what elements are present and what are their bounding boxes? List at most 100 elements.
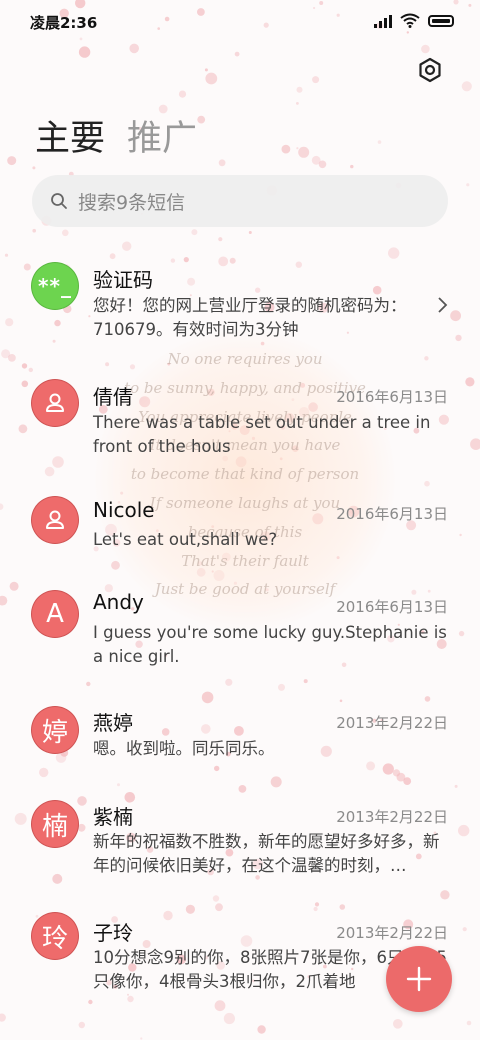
settings-gear-icon[interactable] <box>416 56 444 84</box>
speckle-dot <box>265 588 269 592</box>
speckle-dot <box>278 683 285 691</box>
tab-primary[interactable]: 主要 <box>35 110 105 161</box>
compose-button[interactable] <box>386 946 452 1012</box>
speckle-dot <box>111 560 120 570</box>
conversation-date: 2016年6月13日 <box>336 388 448 406</box>
speckle-dot <box>52 873 63 884</box>
contact-avatar: 玲 <box>31 912 79 960</box>
quote-glow <box>95 330 395 630</box>
speckle-dot <box>303 679 308 684</box>
speckle-dot <box>117 783 120 787</box>
speckle-dot <box>205 72 218 85</box>
speckle-dot <box>161 728 170 736</box>
speckle-dot <box>129 43 139 54</box>
speckle-dot <box>187 277 196 286</box>
speckle-dot <box>291 398 295 401</box>
conversation-name: 子玲 <box>93 921 133 945</box>
speckle-dot <box>218 159 226 167</box>
speckle-dot <box>388 247 400 259</box>
speckle-dot <box>5 318 14 327</box>
search-bar[interactable]: 搜索9条短信 <box>32 175 448 227</box>
speckle-dot <box>461 81 472 92</box>
speckle-dot <box>0 595 8 606</box>
speckle-dot <box>214 765 220 772</box>
conversation-date: 2013年2月22日 <box>336 924 448 942</box>
conversation-name: 紫楠 <box>93 805 133 829</box>
speckle-dot <box>197 561 203 566</box>
tab-promotions[interactable]: 推广 <box>127 110 197 161</box>
speckle-dot <box>109 253 116 260</box>
speckle-dot <box>393 1019 403 1029</box>
quote-line: No one requires you <box>167 350 323 368</box>
contact-avatar: 楠 <box>31 800 79 848</box>
wifi-icon <box>400 13 420 28</box>
speckle-dot <box>214 1000 226 1012</box>
speckle-dot <box>1 349 11 359</box>
speckle-dot <box>197 115 206 124</box>
speckle-dot <box>300 382 306 388</box>
speckle-dot <box>411 589 417 595</box>
speckle-dot <box>88 999 93 1005</box>
speckle-dot <box>201 691 214 704</box>
speckle-dot <box>255 287 261 293</box>
search-icon <box>51 193 67 209</box>
speckle-dot <box>163 910 173 921</box>
speckle-dot <box>312 76 320 84</box>
speckle-dot <box>28 367 33 373</box>
conversation-name: Nicole <box>93 498 155 522</box>
contact-avatar <box>31 379 79 427</box>
speckle-dot <box>129 364 136 370</box>
speckle-dot <box>225 678 233 686</box>
speckle-dot <box>88 315 91 318</box>
speckle-dot <box>32 228 36 233</box>
speckle-dot <box>213 570 225 581</box>
speckle-dot <box>318 160 327 169</box>
speckle-dot <box>201 724 211 734</box>
speckle-dot <box>424 696 431 702</box>
conversation-preview: Let's eat out,shall we? <box>93 530 278 549</box>
speckle-dot <box>0 1013 6 1022</box>
speckle-dot <box>191 229 198 236</box>
speckle-dot <box>339 904 346 910</box>
speckle-dot <box>260 341 265 346</box>
speckle-dot <box>470 438 480 450</box>
speckle-dot <box>403 777 412 785</box>
speckle-dot <box>298 146 310 158</box>
speckle-dot <box>170 258 176 263</box>
speckle-dot <box>396 772 406 782</box>
speckle-dot <box>7 354 16 362</box>
speckle-dot <box>248 231 252 234</box>
speckle-dot <box>392 769 401 777</box>
speckle-dot <box>440 890 450 900</box>
contact-avatar: 婷 <box>31 706 79 754</box>
speckle-dot <box>458 824 470 837</box>
speckle-dot <box>44 466 55 477</box>
speckle-dot <box>465 377 475 387</box>
speckle-dot <box>421 44 430 54</box>
speckle-dot <box>23 263 31 271</box>
conversation-preview: 嗯。收到啦。同乐同乐。 <box>93 739 275 758</box>
speckle-dot <box>218 237 223 242</box>
speckle-dot <box>21 380 29 388</box>
speckle-dot <box>127 995 134 1003</box>
speckle-dot <box>178 90 187 98</box>
speckle-dot <box>18 424 28 434</box>
plus-icon <box>406 966 432 992</box>
conversation-date: 2016年6月13日 <box>336 598 448 616</box>
speckle-dot <box>339 699 343 703</box>
speckle-dot <box>86 681 91 687</box>
speckle-dot <box>14 812 27 825</box>
speckle-dot <box>238 785 247 793</box>
chevron-right-icon[interactable] <box>436 296 448 314</box>
speckle-dot <box>314 902 320 907</box>
speckle-dot <box>458 630 465 637</box>
speckle-dot <box>459 533 462 537</box>
speckle-dot <box>167 362 171 366</box>
status-bar: 凌晨2:36 <box>0 0 480 44</box>
speckle-dot <box>54 319 61 327</box>
speckle-dot <box>296 147 299 150</box>
speckle-dot <box>311 155 321 165</box>
speckle-dot <box>257 1025 266 1034</box>
conversation-preview: 新年的祝福数不胜数，新年的愿望好多好多，新年的问候依旧美好，在这个温馨的时刻，… <box>93 832 440 875</box>
speckle-dot <box>204 68 208 72</box>
